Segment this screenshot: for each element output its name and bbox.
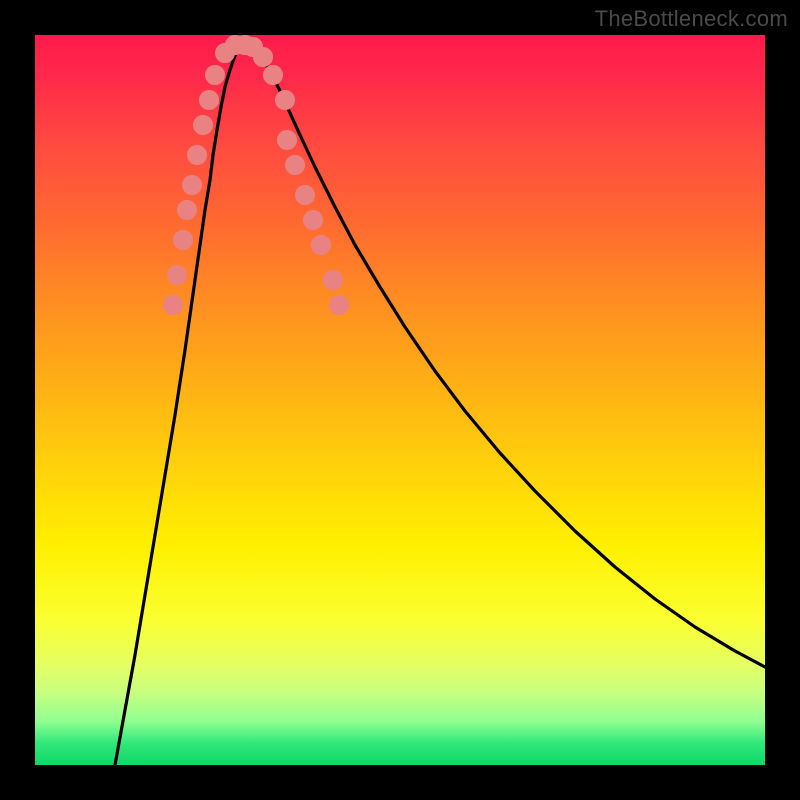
data-dot — [206, 66, 225, 85]
data-dot — [194, 116, 213, 135]
chart-stage: TheBottleneck.com — [0, 0, 800, 800]
data-dot — [178, 201, 197, 220]
data-dot — [312, 236, 331, 255]
plot-area — [35, 35, 765, 765]
watermark-label: TheBottleneck.com — [595, 6, 788, 32]
data-dot — [296, 186, 315, 205]
data-dot — [264, 66, 283, 85]
data-dot — [276, 91, 295, 110]
data-dot — [254, 48, 273, 67]
data-dot — [286, 156, 305, 175]
data-dot — [164, 296, 183, 315]
data-dot — [174, 231, 193, 250]
data-dot — [188, 146, 207, 165]
data-dot — [200, 91, 219, 110]
bottleneck-curve — [115, 43, 765, 765]
curve-svg — [35, 35, 765, 765]
data-dot — [304, 211, 323, 230]
data-dot — [330, 296, 349, 315]
data-dot — [278, 131, 297, 150]
data-dot — [324, 271, 343, 290]
data-dot — [183, 176, 202, 195]
data-dot — [168, 266, 187, 285]
